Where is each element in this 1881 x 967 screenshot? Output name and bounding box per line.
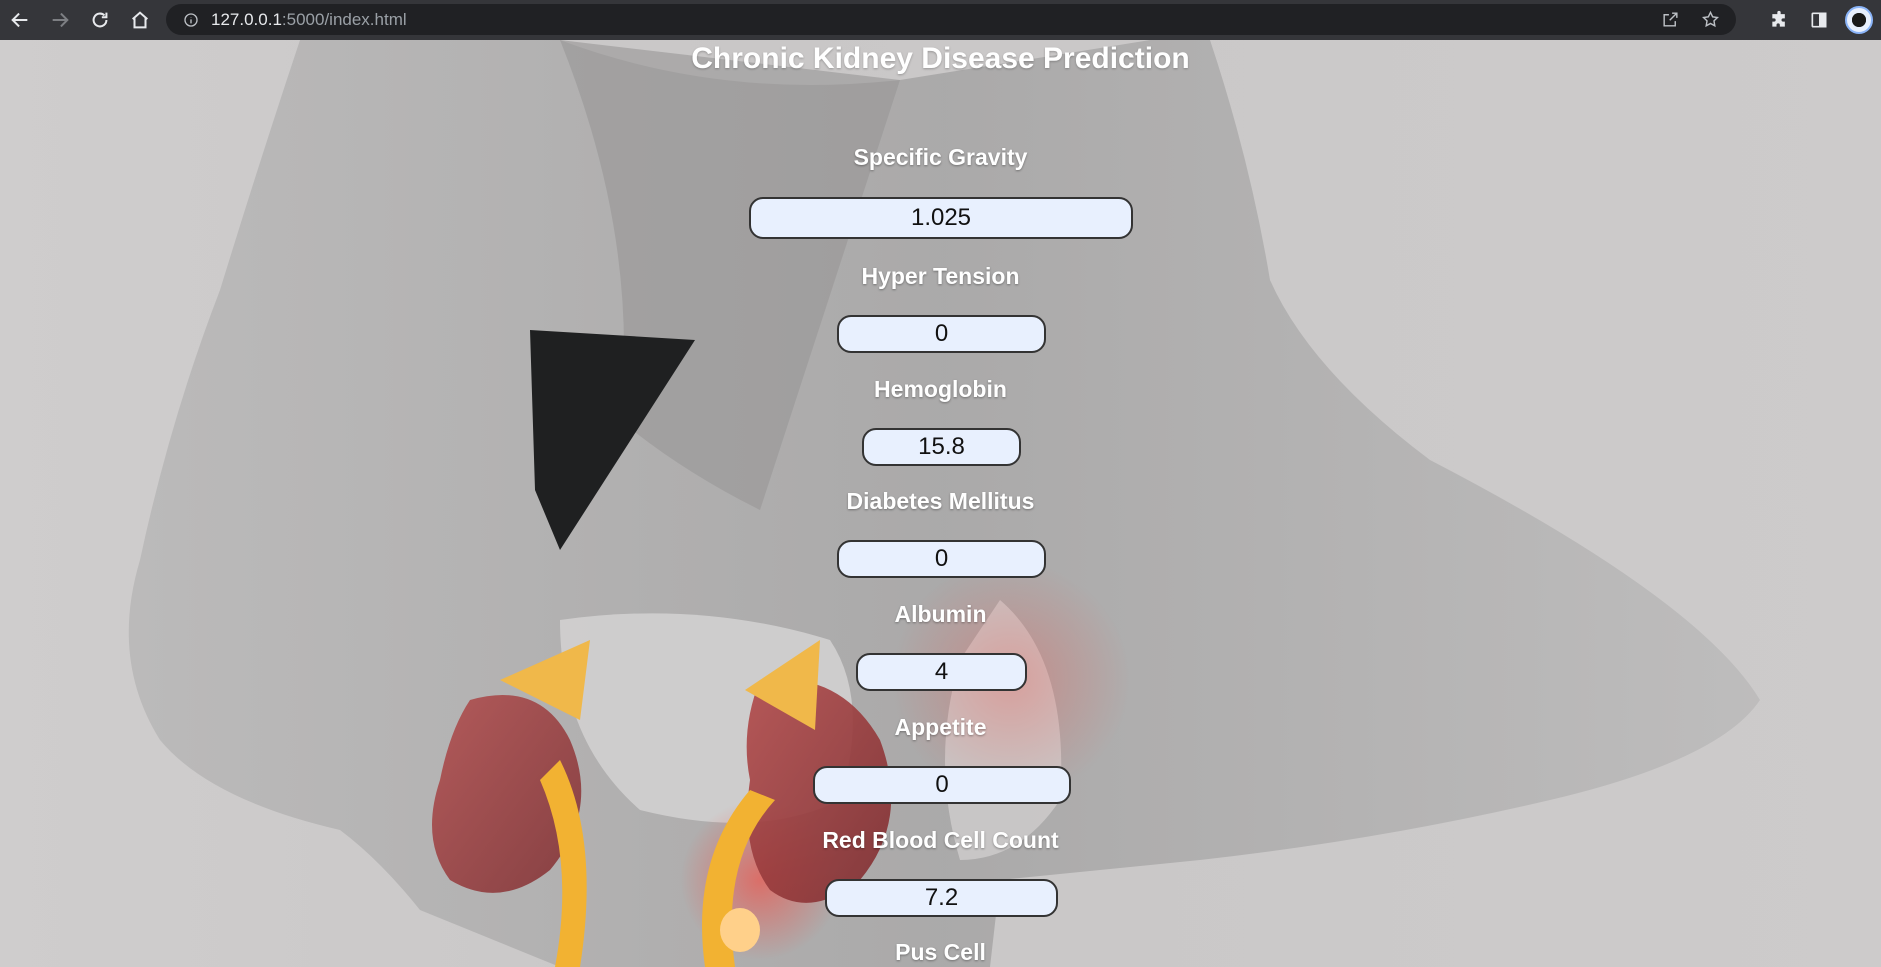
label-hemoglobin: Hemoglobin [874,376,1007,402]
site-info-icon[interactable] [181,10,201,30]
url-text: 127.0.0.1:5000/index.html [211,10,407,30]
appetite-input[interactable] [813,766,1071,804]
side-panel-icon[interactable] [1799,0,1839,40]
page-title: Chronic Kidney Disease Prediction [691,42,1190,75]
label-diabetes-mellitus: Diabetes Mellitus [846,488,1035,514]
label-albumin: Albumin [894,601,987,627]
forward-icon[interactable] [40,0,80,40]
albumin-input[interactable] [856,653,1027,691]
bookmark-star-icon[interactable] [1690,4,1730,35]
extensions-icon[interactable] [1759,0,1799,40]
home-icon[interactable] [120,0,160,40]
page-viewport: Chronic Kidney Disease Prediction Specif… [0,40,1881,967]
reload-icon[interactable] [80,0,120,40]
browser-toolbar: 127.0.0.1:5000/index.html [0,0,1881,40]
share-icon[interactable] [1650,4,1690,35]
specific-gravity-input[interactable] [749,197,1133,239]
label-hyper-tension: Hyper Tension [861,263,1020,289]
profile-avatar[interactable] [1845,6,1873,34]
red-blood-cell-count-input[interactable] [825,879,1058,917]
back-icon[interactable] [0,0,40,40]
address-bar[interactable]: 127.0.0.1:5000/index.html [166,4,1736,35]
hyper-tension-input[interactable] [837,315,1046,353]
label-pus-cell: Pus Cell [895,939,986,965]
label-specific-gravity: Specific Gravity [853,144,1028,170]
diabetes-mellitus-input[interactable] [837,540,1046,578]
url-host: 127.0.0.1 [211,9,282,29]
url-path: :5000/index.html [281,9,407,29]
label-appetite: Appetite [894,714,987,740]
hemoglobin-input[interactable] [862,428,1021,466]
label-red-blood-cell-count: Red Blood Cell Count [822,827,1059,853]
